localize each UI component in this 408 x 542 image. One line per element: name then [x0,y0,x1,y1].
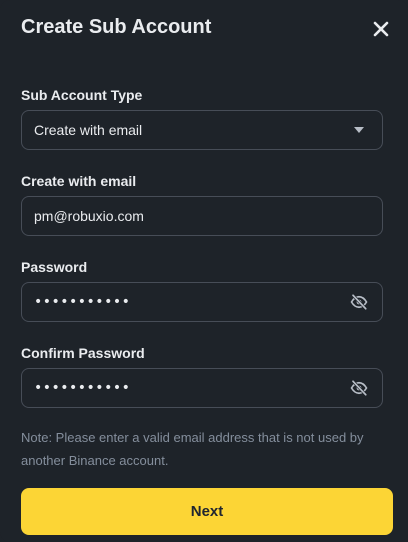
email-label: Create with email [21,173,137,189]
next-button[interactable]: Next [21,488,393,535]
password-label: Password [21,259,88,275]
dialog-title: Create Sub Account [21,16,212,38]
close-icon [373,21,389,37]
confirm-password-value: ••••••••••• [34,380,131,396]
password-value: ••••••••••• [34,294,131,310]
confirm-password-label: Confirm Password [21,345,145,361]
chevron-down-icon [354,127,364,133]
note-text: Note: Please enter a valid email address… [21,430,364,468]
eye-slash-icon[interactable] [349,292,369,312]
email-value: pm@robuxio.com [34,208,144,224]
eye-slash-icon[interactable] [349,378,369,398]
create-sub-account-dialog: Create Sub Account Sub Account Type Crea… [0,0,408,542]
close-button[interactable] [368,16,394,42]
confirm-password-field[interactable]: ••••••••••• [21,368,383,408]
account-type-select[interactable]: Create with email [21,110,383,150]
password-field[interactable]: ••••••••••• [21,282,383,322]
email-field[interactable]: pm@robuxio.com [21,196,383,236]
account-type-label: Sub Account Type [21,87,143,103]
account-type-value: Create with email [34,122,143,138]
